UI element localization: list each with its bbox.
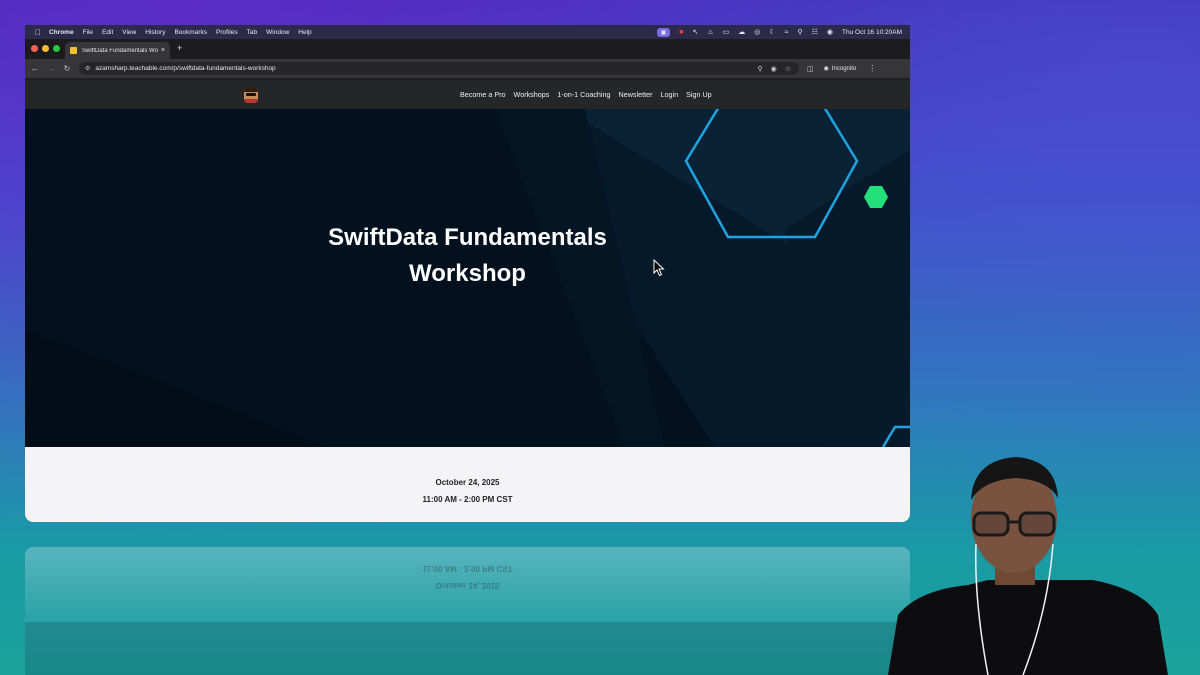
teachable-favicon-icon — [70, 47, 77, 54]
flame-icon[interactable]: ♨ — [707, 28, 713, 36]
nav-newsletter[interactable]: Newsletter — [619, 90, 653, 99]
reload-icon[interactable]: ↻ — [59, 64, 75, 73]
menu-tab[interactable]: Tab — [247, 29, 257, 36]
site-nav-links: Become a Pro Workshops 1-on-1 Coaching N… — [460, 80, 712, 109]
url-text: azamsharp.teachable.com/p/swiftdata-fund… — [95, 65, 276, 72]
reflected-workshop-time: 11:00 AM - 2:00 PM CST — [422, 564, 513, 573]
star-icon[interactable]: ☆ — [785, 65, 791, 73]
new-tab-button[interactable]: + — [177, 43, 182, 53]
nav-coaching[interactable]: 1-on-1 Coaching — [557, 90, 610, 99]
nav-login[interactable]: Login — [660, 90, 678, 99]
tab-strip: SwiftData Fundamentals Wo × + — [25, 39, 910, 59]
hero-title-line-2: Workshop — [409, 260, 526, 287]
menu-file[interactable]: File — [83, 29, 93, 36]
side-panel-icon[interactable]: ◫ — [807, 65, 814, 73]
window-close-button[interactable] — [31, 45, 38, 52]
browser-tab-active[interactable]: SwiftData Fundamentals Wo × — [65, 42, 170, 59]
browser-window: SwiftData Fundamentals Wo × + ← → ↻ ⚙ az… — [25, 39, 910, 522]
site-info-icon[interactable]: ⚙ — [85, 65, 90, 72]
workshop-time: 11:00 AM - 2:00 PM CST — [422, 495, 513, 504]
display-icon[interactable]: ▭ — [723, 28, 730, 36]
eye-off-icon[interactable]: ◉ — [771, 65, 777, 73]
tab-title: SwiftData Fundamentals Wo — [82, 47, 158, 54]
logo-glasses — [246, 93, 256, 96]
nav-workshops[interactable]: Workshops — [514, 90, 550, 99]
incognito-label: Incognito — [831, 65, 857, 72]
site-logo-avatar[interactable] — [244, 87, 258, 103]
target-icon[interactable]: ◎ — [754, 28, 760, 36]
address-bar[interactable]: ⚙ azamsharp.teachable.com/p/swiftdata-fu… — [79, 62, 799, 75]
record-icon[interactable]: ■ — [679, 29, 683, 36]
workshop-date: October 24, 2025 — [435, 478, 500, 487]
macos-menu-bar:  Chrome File Edit View History Bookmark… — [25, 25, 910, 39]
window-maximize-button[interactable] — [53, 45, 60, 52]
avatar-icon[interactable]: ◉ — [827, 28, 833, 36]
workshop-info-section: October 24, 2025 11:00 AM - 2:00 PM CST — [25, 447, 910, 522]
nav-become-a-pro[interactable]: Become a Pro — [460, 90, 506, 99]
window-reflection: 11:00 AM - 2:00 PM CST October 24, 2025 — [25, 547, 910, 675]
menu-profiles[interactable]: Profiles — [216, 29, 238, 36]
site-header: Become a Pro Workshops 1-on-1 Coaching N… — [25, 80, 910, 109]
window-minimize-button[interactable] — [42, 45, 49, 52]
search-icon[interactable]: ⚲ — [797, 28, 802, 36]
apple-icon[interactable]:  — [35, 28, 43, 37]
incognito-badge[interactable]: ◉ Incognito — [823, 65, 857, 73]
logo-hair — [244, 87, 258, 92]
menu-help[interactable]: Help — [298, 29, 311, 36]
screen-share-icon[interactable]: ▣ — [656, 27, 671, 37]
logo-shirt — [244, 99, 258, 103]
menu-view[interactable]: View — [122, 29, 136, 36]
zoom-icon[interactable]: ⚲ — [757, 65, 762, 73]
tab-close-icon[interactable]: × — [161, 47, 165, 54]
nav-sign-up[interactable]: Sign Up — [686, 90, 712, 99]
menu-bookmarks[interactable]: Bookmarks — [174, 29, 207, 36]
back-icon[interactable]: ← — [27, 64, 43, 73]
reflected-hero — [25, 622, 910, 675]
forward-icon[interactable]: → — [43, 64, 59, 73]
menubar-clock[interactable]: Thu Oct 16 10:20AM — [842, 29, 902, 36]
mouse-cursor-icon — [653, 259, 665, 277]
pointer-icon[interactable]: ↖ — [692, 28, 698, 36]
status-icons: ▣ ■ ↖ ♨ ▭ ☁ ◎ ☾ ≈ ⚲ ☷ ◉ Thu Oct 16 10:20… — [656, 27, 910, 37]
browser-menu-icon[interactable]: ⋮ — [868, 64, 876, 73]
moon-icon[interactable]: ☾ — [769, 28, 775, 36]
hero-banner: SwiftData Fundamentals Workshop — [25, 109, 910, 447]
hero-title-line-1: SwiftData Fundamentals — [328, 224, 607, 251]
menu-edit[interactable]: Edit — [102, 29, 113, 36]
cloud-icon[interactable]: ☁ — [738, 28, 745, 36]
menu-window[interactable]: Window — [266, 29, 289, 36]
hero-title: SwiftData Fundamentals Workshop — [255, 220, 680, 292]
control-center-icon[interactable]: ☷ — [812, 28, 818, 36]
browser-toolbar: ← → ↻ ⚙ azamsharp.teachable.com/p/swiftd… — [25, 59, 910, 78]
reflected-workshop-date: October 24, 2025 — [435, 581, 500, 590]
menu-history[interactable]: History — [145, 29, 165, 36]
incognito-icon: ◉ — [823, 66, 829, 72]
presenter-webcam — [888, 457, 1168, 675]
wifi-icon[interactable]: ≈ — [785, 29, 789, 36]
menu-chrome[interactable]: Chrome — [49, 29, 74, 36]
